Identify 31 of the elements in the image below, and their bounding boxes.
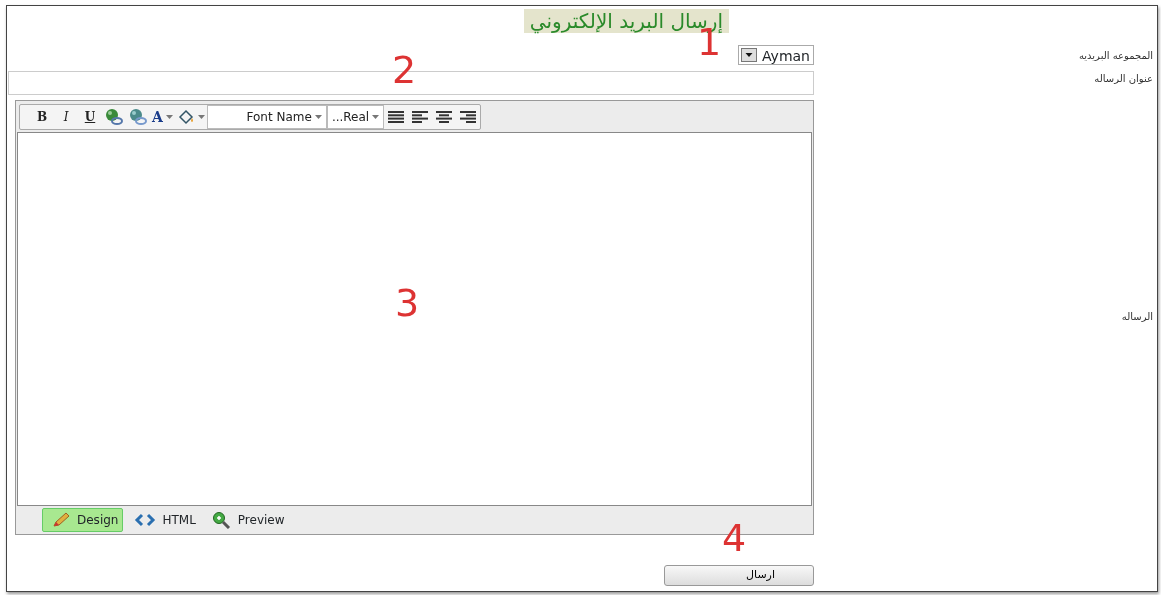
align-justify-icon [388,111,405,123]
format-button[interactable]: B [30,106,54,128]
annotation-number: 3 [395,284,420,322]
mode-tab[interactable]: Preview [202,508,290,532]
annotation-number: 2 [392,51,417,89]
field-label: عنوان الرساله [1094,72,1153,86]
code-brackets-icon [134,513,157,527]
font-color-button[interactable]: A [150,106,175,128]
toolbar-dropdown[interactable]: ...Real [326,105,385,129]
pencil-icon [51,512,71,528]
annotation-number: 4 [722,519,747,557]
caret-icon [197,115,205,119]
zoom-icon [211,511,232,529]
align-left-icon [412,111,429,123]
toolbar-dropdown[interactable]: Font Name [206,105,327,129]
caret-icon [372,115,380,119]
format-button[interactable]: I [54,106,78,128]
field-label: الرساله [1121,310,1153,324]
globe-link-icon [104,108,124,126]
caret-icon [165,115,173,119]
globe-link-icon [128,108,148,126]
group-dropdown[interactable]: Ayman [738,45,814,65]
send-button[interactable]: ارسال [664,565,814,586]
caret-icon [314,115,322,119]
mode-tab[interactable]: HTML [125,508,201,532]
format-button[interactable]: U [78,106,102,128]
align-center-icon [436,111,453,123]
field-label: المجموعه البريديه [1078,48,1153,63]
caret-icon [745,53,753,57]
mode-tab[interactable]: Design [42,508,124,532]
align-right-icon [460,111,477,123]
